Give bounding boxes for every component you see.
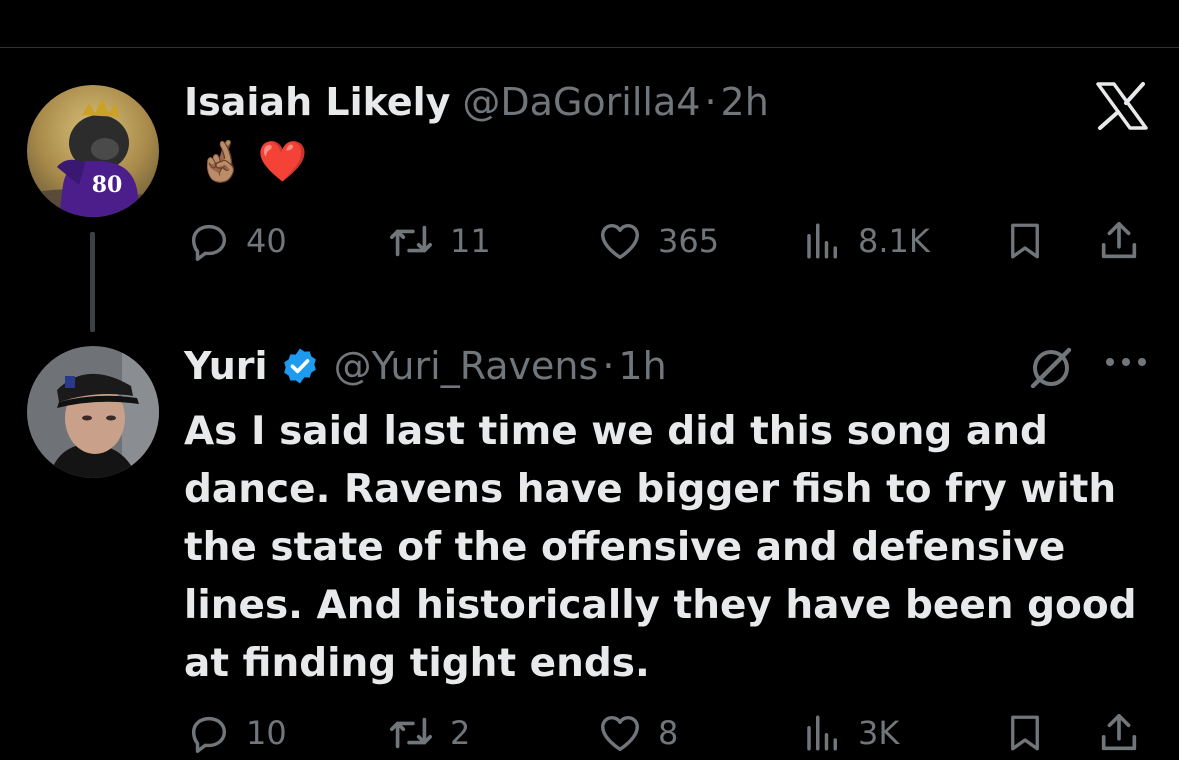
share-button[interactable] — [1096, 710, 1142, 756]
tweet1-actions: 40 11 365 8.1K — [186, 218, 1156, 268]
tweet2-header: Yuri @Yuri_Ravens · 1h — [184, 344, 667, 388]
views-icon — [807, 715, 837, 751]
tweet1-text: 🤞🏽 ❤️ — [196, 138, 308, 186]
like-count: 365 — [658, 222, 720, 260]
tweet2-text: As I said last time we did this song and… — [184, 409, 1137, 686]
thread-line — [90, 232, 95, 332]
crossed-fingers-emoji: 🤞🏽 — [196, 139, 246, 185]
bookmark-button[interactable] — [1004, 218, 1046, 264]
tweet2-separator: · — [602, 344, 615, 388]
top-divider — [0, 47, 1179, 48]
repost-count: 11 — [450, 222, 491, 260]
like-button[interactable]: 8 — [596, 710, 678, 756]
share-button[interactable] — [1096, 218, 1142, 264]
reply-icon — [191, 716, 227, 753]
verified-badge-icon — [283, 348, 316, 384]
bookmark-button[interactable] — [1004, 710, 1046, 756]
heart-icon — [601, 715, 639, 752]
red-heart-emoji: ❤️ — [257, 139, 308, 185]
avatar-yuri[interactable] — [27, 346, 159, 478]
tweet1-header: Isaiah Likely @DaGorilla4 · 2h — [184, 80, 769, 124]
views-count: 3K — [858, 714, 900, 752]
like-count: 8 — [658, 714, 679, 752]
repost-count: 2 — [450, 714, 471, 752]
repost-icon — [390, 225, 432, 257]
reply-button[interactable]: 10 — [186, 710, 287, 756]
grok-icon[interactable] — [1027, 344, 1075, 396]
repost-button[interactable]: 2 — [386, 710, 470, 756]
tweet1-separator: · — [704, 80, 717, 124]
repost-button[interactable]: 11 — [386, 218, 491, 264]
reply-icon — [191, 224, 227, 261]
reply-count: 10 — [246, 714, 287, 752]
tweet2-time[interactable]: 1h — [618, 344, 666, 388]
reply-count: 40 — [246, 222, 287, 260]
heart-icon — [601, 223, 639, 260]
views-icon — [807, 223, 837, 259]
avatar-jersey-number: 80 — [92, 172, 123, 198]
bookmark-icon — [1011, 715, 1039, 751]
tweet2-display-name[interactable]: Yuri — [184, 344, 268, 388]
x-logo-icon[interactable] — [1096, 82, 1148, 134]
like-button[interactable]: 365 — [596, 218, 719, 264]
tweet2-handle[interactable]: @Yuri_Ravens — [334, 344, 599, 388]
tweet1-display-name[interactable]: Isaiah Likely — [184, 80, 450, 124]
bookmark-icon — [1011, 223, 1039, 259]
views-button[interactable]: 3K — [802, 710, 899, 756]
views-count: 8.1K — [858, 222, 930, 260]
repost-icon — [390, 717, 432, 749]
tweet1-time[interactable]: 2h — [721, 80, 769, 124]
share-icon — [1101, 713, 1137, 751]
tweet1-handle[interactable]: @DaGorilla4 — [462, 80, 700, 124]
more-options-icon[interactable] — [1104, 352, 1148, 376]
reply-button[interactable]: 40 — [186, 218, 287, 264]
views-button[interactable]: 8.1K — [802, 218, 930, 264]
share-icon — [1101, 221, 1137, 259]
avatar-isaiah[interactable]: 80 — [27, 85, 159, 217]
tweet2-actions: 10 2 8 3K — [186, 710, 1156, 760]
